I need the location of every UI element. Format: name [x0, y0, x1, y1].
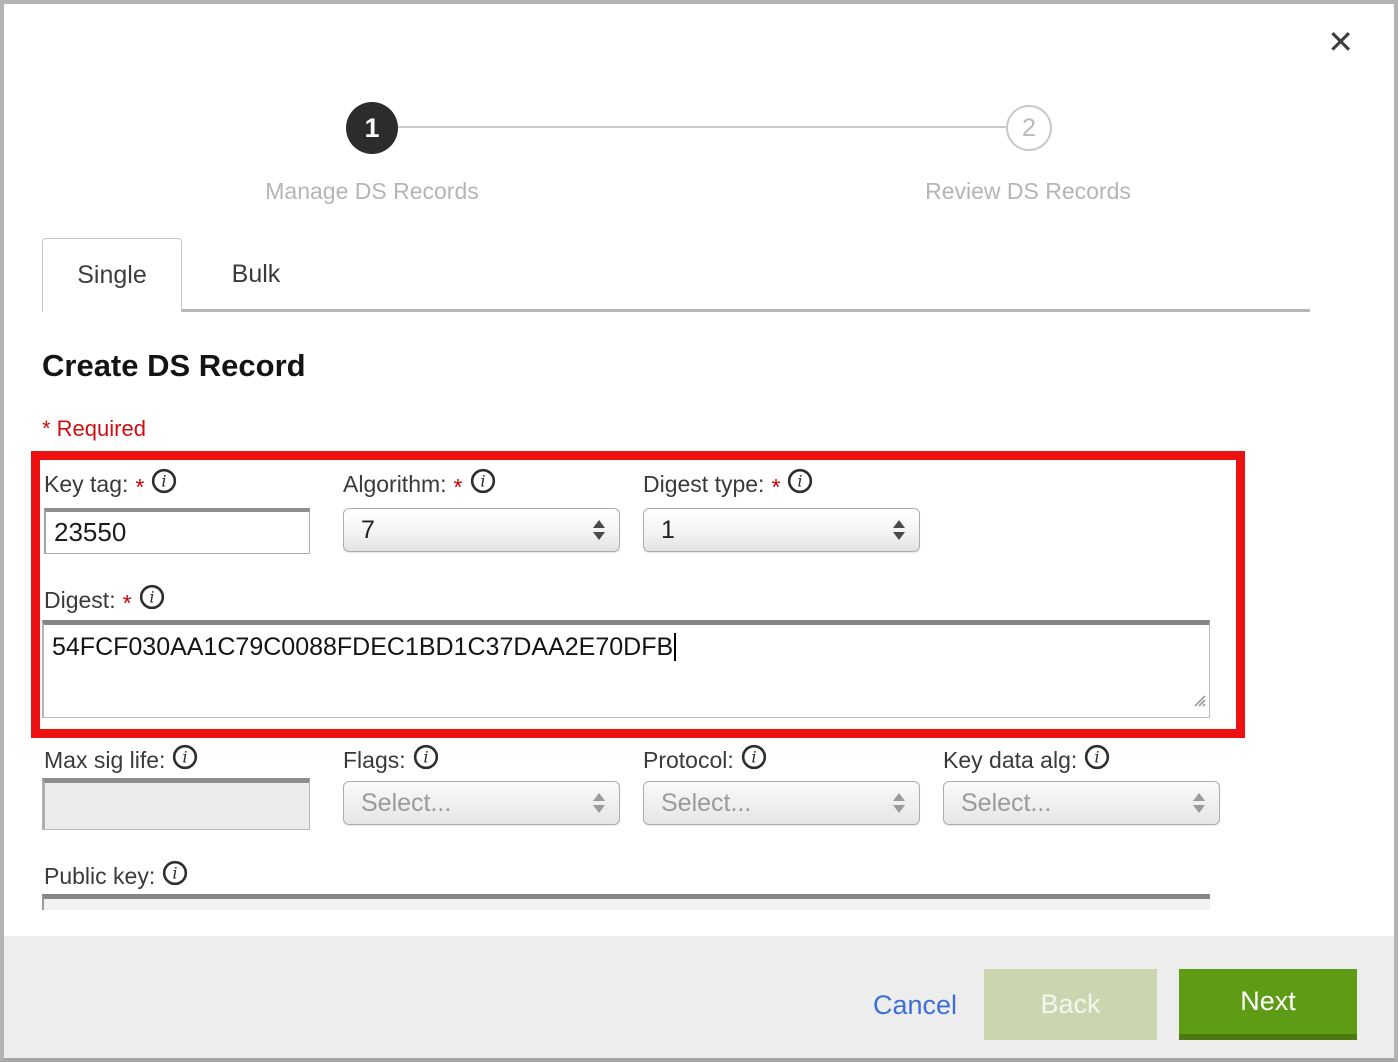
digest-type-label-text: Digest type:: [643, 471, 764, 498]
key-tag-label: Key tag: * i: [44, 468, 177, 500]
required-note: * Required: [42, 416, 146, 442]
digest-value: 54FCF030AA1C79C0088FDEC1BD1C37DAA2E70DFB: [52, 633, 673, 661]
algorithm-select[interactable]: 7: [343, 508, 620, 552]
info-icon[interactable]: i: [139, 584, 165, 616]
key-data-alg-select-value: Select...: [944, 789, 1193, 818]
digest-label: Digest: * i: [44, 584, 165, 616]
page-title: Create DS Record: [42, 348, 306, 384]
select-spinner-icon: [593, 793, 605, 813]
algorithm-label: Algorithm: * i: [343, 468, 496, 500]
algorithm-select-value: 7: [344, 516, 593, 545]
stepper-connector-line: [398, 126, 1006, 128]
step-2-circle: 2: [1006, 105, 1052, 151]
select-spinner-icon: [893, 520, 905, 540]
svg-text:i: i: [162, 471, 167, 490]
protocol-label: Protocol: i: [643, 744, 767, 776]
flags-select[interactable]: Select...: [343, 781, 620, 825]
cancel-button[interactable]: Cancel: [873, 990, 957, 1021]
select-spinner-icon: [893, 793, 905, 813]
next-button[interactable]: Next: [1179, 969, 1357, 1040]
key-data-alg-select[interactable]: Select...: [943, 781, 1220, 825]
required-asterisk: *: [123, 590, 132, 617]
close-icon[interactable]: ✕: [1327, 26, 1354, 58]
key-data-alg-label-text: Key data alg:: [943, 747, 1077, 774]
key-tag-input[interactable]: [44, 508, 310, 554]
key-tag-label-text: Key tag:: [44, 471, 128, 498]
svg-text:i: i: [751, 747, 756, 766]
digest-textarea[interactable]: 54FCF030AA1C79C0088FDEC1BD1C37DAA2E70DFB: [42, 620, 1210, 718]
info-icon[interactable]: i: [787, 468, 813, 500]
info-icon[interactable]: i: [470, 468, 496, 500]
protocol-label-text: Protocol:: [643, 747, 734, 774]
svg-text:i: i: [1095, 747, 1100, 766]
tab-bulk[interactable]: Bulk: [182, 238, 330, 310]
flags-label-text: Flags:: [343, 747, 406, 774]
max-sig-life-input[interactable]: [42, 778, 310, 830]
select-spinner-icon: [1193, 793, 1205, 813]
digest-type-select[interactable]: 1: [643, 508, 920, 552]
svg-text:i: i: [480, 471, 485, 490]
info-icon[interactable]: i: [151, 468, 177, 500]
flags-select-value: Select...: [344, 789, 593, 818]
protocol-select[interactable]: Select...: [643, 781, 920, 825]
text-cursor: [674, 633, 676, 661]
info-icon[interactable]: i: [1084, 744, 1110, 776]
tab-single[interactable]: Single: [42, 238, 182, 312]
digest-type-label: Digest type: * i: [643, 468, 813, 500]
resize-handle-icon[interactable]: [1190, 685, 1206, 714]
flags-label: Flags: i: [343, 744, 439, 776]
digest-label-text: Digest:: [44, 587, 116, 614]
public-key-label: Public key: i: [44, 860, 188, 892]
back-button[interactable]: Back: [984, 969, 1157, 1040]
step-1-circle: 1: [346, 102, 398, 154]
public-key-label-text: Public key:: [44, 863, 155, 890]
step-1-label: Manage DS Records: [252, 178, 492, 205]
info-icon[interactable]: i: [172, 744, 198, 776]
protocol-select-value: Select...: [644, 789, 893, 818]
info-icon[interactable]: i: [162, 860, 188, 892]
required-asterisk: *: [771, 474, 780, 501]
info-icon[interactable]: i: [413, 744, 439, 776]
svg-text:i: i: [149, 587, 154, 606]
info-icon[interactable]: i: [741, 744, 767, 776]
key-data-alg-label: Key data alg: i: [943, 744, 1110, 776]
svg-text:i: i: [423, 747, 428, 766]
step-2-label: Review DS Records: [908, 178, 1148, 205]
svg-text:i: i: [183, 747, 188, 766]
max-sig-life-label-text: Max sig life:: [44, 747, 165, 774]
required-asterisk: *: [135, 474, 144, 501]
select-spinner-icon: [593, 520, 605, 540]
svg-text:i: i: [798, 471, 803, 490]
algorithm-label-text: Algorithm:: [343, 471, 447, 498]
svg-text:i: i: [173, 863, 178, 882]
digest-type-select-value: 1: [644, 516, 893, 545]
modal-footer: Cancel Back Next: [0, 936, 1398, 1062]
public-key-textarea[interactable]: [42, 894, 1210, 910]
create-ds-record-modal: ✕ 1 2 Manage DS Records Review DS Record…: [0, 0, 1398, 1062]
max-sig-life-label: Max sig life: i: [44, 744, 198, 776]
required-asterisk: *: [454, 474, 463, 501]
